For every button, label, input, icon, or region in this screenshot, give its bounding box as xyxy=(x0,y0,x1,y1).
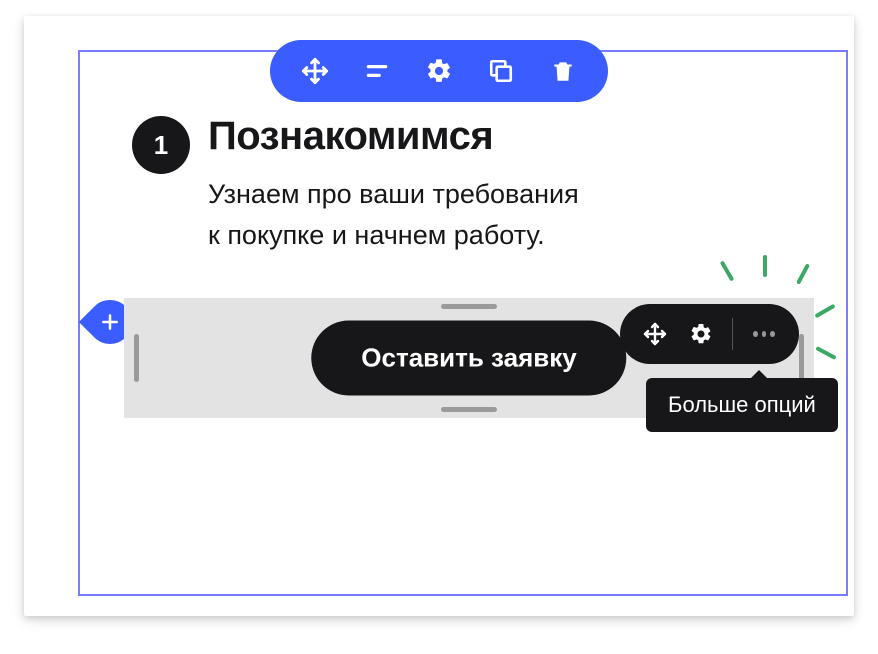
more-icon xyxy=(770,331,775,337)
trash-icon[interactable] xyxy=(546,54,580,88)
more-icon xyxy=(753,331,758,337)
tooltip: Больше опций xyxy=(646,378,838,432)
cta-button[interactable]: Оставить заявку xyxy=(311,321,626,396)
gear-icon[interactable] xyxy=(686,319,716,349)
step-desc-line2: к покупке и начнем работу. xyxy=(208,220,545,250)
step-title[interactable]: Познакомимся xyxy=(208,114,493,159)
more-options-button[interactable] xyxy=(749,319,779,349)
resize-handle-bottom[interactable] xyxy=(441,407,497,412)
resize-handle-top[interactable] xyxy=(441,304,497,309)
element-toolbar xyxy=(620,304,799,364)
editor-canvas: 1 Познакомимся Узнаем про ваши требовани… xyxy=(24,16,854,616)
copy-icon[interactable] xyxy=(484,54,518,88)
resize-handle-left[interactable] xyxy=(134,334,139,382)
more-icon xyxy=(762,331,767,337)
step-number-badge: 1 xyxy=(132,116,190,174)
align-icon[interactable] xyxy=(360,54,394,88)
step-desc-line1: Узнаем про ваши требования xyxy=(208,179,579,209)
move-icon[interactable] xyxy=(640,319,670,349)
resize-handle-right[interactable] xyxy=(799,334,804,382)
step-description[interactable]: Узнаем про ваши требования к покупке и н… xyxy=(208,174,579,255)
move-icon[interactable] xyxy=(298,54,332,88)
gear-icon[interactable] xyxy=(422,54,456,88)
plus-icon xyxy=(100,312,120,332)
step-number-text: 1 xyxy=(154,130,168,161)
highlight-spark xyxy=(763,255,767,277)
block-toolbar xyxy=(270,40,608,102)
toolbar-divider xyxy=(732,318,733,350)
